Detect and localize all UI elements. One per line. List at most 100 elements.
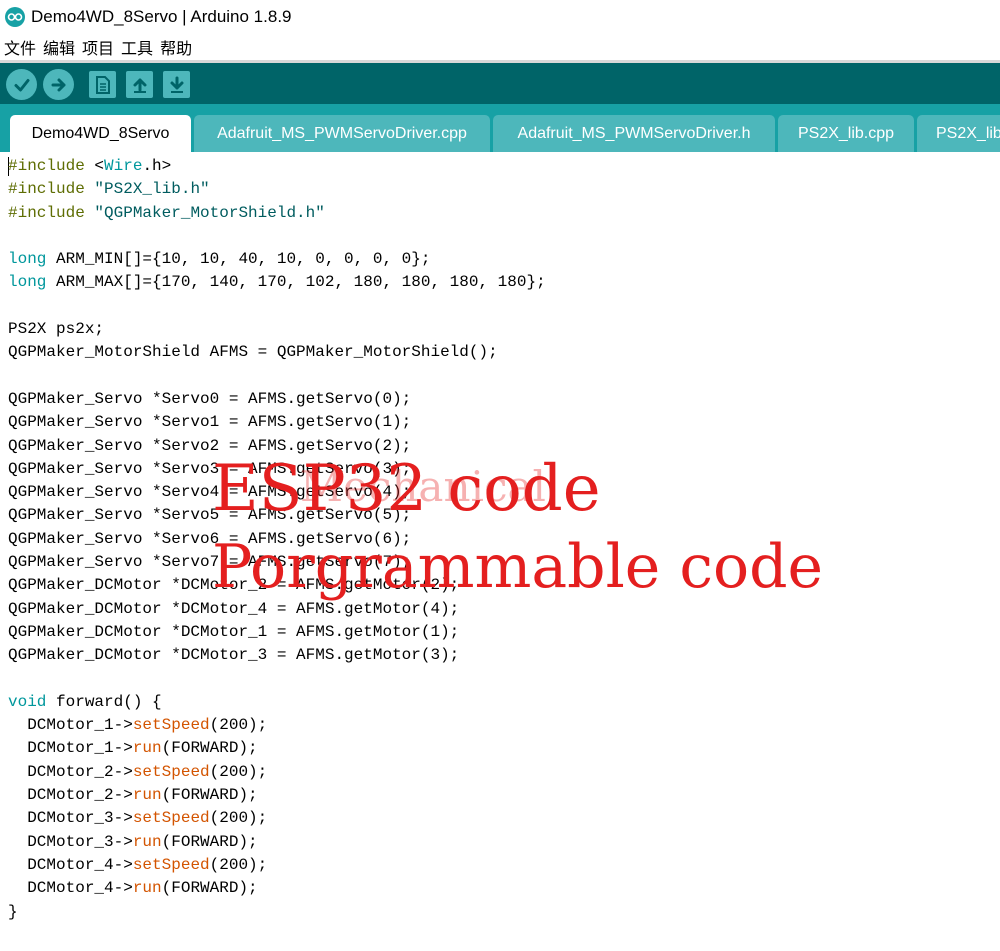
code-line: long ARM_MAX[]={170, 140, 170, 102, 180,…: [8, 271, 546, 294]
window-title: Demo4WD_8Servo | Arduino 1.8.9: [31, 7, 292, 26]
code-token: long: [8, 250, 47, 269]
code-token: (200);: [209, 809, 268, 828]
new-button[interactable]: [89, 71, 116, 98]
code-token: long: [8, 273, 47, 292]
code-token: run: [132, 832, 162, 851]
code-line: QGPMaker_DCMotor *DCMotor_3 = AFMS.getMo…: [8, 644, 546, 667]
code-token: (FORWARD);: [161, 786, 258, 805]
tab-ps2x-lib-h[interactable]: PS2X_lib: [917, 115, 1000, 152]
code-token: QGPMaker_DCMotor *DCMotor_3 = AFMS.getMo…: [8, 646, 460, 665]
tab-demo4wd-8servo[interactable]: Demo4WD_8Servo: [10, 115, 191, 152]
check-icon: [14, 78, 29, 91]
code-token: run: [132, 786, 162, 805]
code-token: "PS2X_lib.h": [94, 180, 210, 199]
code-token: DCMotor_2->: [8, 786, 133, 805]
code-token: #include: [8, 157, 85, 175]
code-token: (FORWARD);: [161, 739, 258, 758]
code-line: DCMotor_2->run(FORWARD);: [8, 784, 546, 807]
toolbar: [0, 60, 1000, 104]
code-token: QGPMaker_DCMotor *DCMotor_4 = AFMS.getMo…: [8, 599, 460, 618]
code-token: DCMotor_4->: [8, 855, 133, 874]
code-line: QGPMaker_MotorShield AFMS = QGPMaker_Mot…: [8, 341, 546, 364]
verify-button[interactable]: [6, 69, 37, 100]
download-arrow-icon: [170, 76, 183, 93]
code-token: QGPMaker_MotorShield AFMS = QGPMaker_Mot…: [8, 343, 498, 362]
code-line: DCMotor_4->setSpeed(200);: [8, 854, 546, 877]
code-line: DCMotor_4->run(FORWARD);: [8, 877, 546, 900]
code-line: }: [8, 901, 546, 924]
code-token: (200);: [209, 716, 268, 735]
tab-pwmservodriver-cpp[interactable]: Adafruit_MS_PWMServoDriver.cpp: [194, 115, 490, 152]
code-token: (200);: [209, 762, 268, 781]
tab-bar: Demo4WD_8Servo Adafruit_MS_PWMServoDrive…: [0, 104, 1000, 152]
arrow-right-icon: [51, 78, 65, 91]
code-token: void: [8, 692, 47, 711]
code-token: run: [132, 879, 162, 898]
save-button[interactable]: [163, 71, 190, 98]
code-line: DCMotor_3->setSpeed(200);: [8, 807, 546, 830]
code-line: #include <Wire.h>: [8, 155, 546, 178]
code-token: (FORWARD);: [161, 832, 258, 851]
code-token: }: [8, 902, 18, 921]
tab-ps2x-lib-cpp[interactable]: PS2X_lib.cpp: [778, 115, 914, 152]
tab-pwmservodriver-h[interactable]: Adafruit_MS_PWMServoDriver.h: [493, 115, 775, 152]
menu-help[interactable]: 帮助: [160, 35, 192, 59]
code-line: QGPMaker_Servo *Servo1 = AFMS.getServo(1…: [8, 411, 546, 434]
open-button[interactable]: [126, 71, 153, 98]
upload-arrow-icon: [133, 78, 146, 93]
code-line: DCMotor_1->setSpeed(200);: [8, 714, 546, 737]
code-token: QGPMaker_Servo *Servo0 = AFMS.getServo(0…: [8, 389, 412, 408]
code-token: setSpeed: [132, 716, 210, 735]
code-token: #include: [8, 180, 85, 199]
new-file-icon: [95, 75, 110, 94]
menu-tools[interactable]: 工具: [121, 35, 153, 59]
code-token: DCMotor_3->: [8, 832, 133, 851]
code-token: DCMotor_4->: [8, 879, 133, 898]
title-bar: Demo4WD_8Servo | Arduino 1.8.9: [0, 0, 1000, 34]
code-token: setSpeed: [132, 809, 210, 828]
code-line: PS2X ps2x;: [8, 318, 546, 341]
code-line: void forward() {: [8, 691, 546, 714]
arduino-logo-icon: [5, 7, 25, 27]
code-token: DCMotor_1->: [8, 739, 133, 758]
menu-bar: 文件 编辑 项目 工具 帮助: [0, 34, 1000, 60]
code-token: DCMotor_2->: [8, 762, 133, 781]
code-token: PS2X ps2x;: [8, 320, 105, 339]
menu-sketch[interactable]: 项目: [82, 35, 114, 59]
code-token: run: [132, 739, 162, 758]
code-token: DCMotor_1->: [8, 716, 133, 735]
watermark-programmable-code: Porgrammable code: [212, 532, 823, 602]
code-token: (FORWARD);: [161, 879, 258, 898]
code-token: forward() {: [46, 692, 162, 711]
code-token: #include: [8, 203, 85, 222]
code-token: setSpeed: [132, 855, 210, 874]
code-token: setSpeed: [132, 762, 210, 781]
code-line: #include "QGPMaker_MotorShield.h": [8, 202, 546, 225]
watermark-esp32-code: ESP32 code: [212, 452, 601, 526]
code-token: QGPMaker_Servo *Servo1 = AFMS.getServo(1…: [8, 413, 412, 432]
code-line: #include "PS2X_lib.h": [8, 178, 546, 201]
code-line: DCMotor_2->setSpeed(200);: [8, 761, 546, 784]
code-token: "QGPMaker_MotorShield.h": [94, 203, 325, 222]
code-token: ARM_MAX[]={170, 140, 170, 102, 180, 180,…: [46, 273, 546, 292]
menu-edit[interactable]: 编辑: [43, 35, 75, 59]
code-token: <: [94, 157, 105, 175]
code-line: QGPMaker_DCMotor *DCMotor_1 = AFMS.getMo…: [8, 621, 546, 644]
code-token: (200);: [209, 855, 268, 874]
code-line: DCMotor_3->run(FORWARD);: [8, 831, 546, 854]
upload-button[interactable]: [43, 69, 74, 100]
menu-file[interactable]: 文件: [4, 35, 36, 59]
code-token: .h>: [142, 157, 172, 175]
code-token: Wire: [104, 157, 143, 175]
code-token: QGPMaker_DCMotor *DCMotor_1 = AFMS.getMo…: [8, 622, 460, 641]
code-line: long ARM_MIN[]={10, 10, 40, 10, 0, 0, 0,…: [8, 248, 546, 271]
code-token: ARM_MIN[]={10, 10, 40, 10, 0, 0, 0, 0};: [46, 250, 431, 269]
code-line: DCMotor_1->run(FORWARD);: [8, 737, 546, 760]
